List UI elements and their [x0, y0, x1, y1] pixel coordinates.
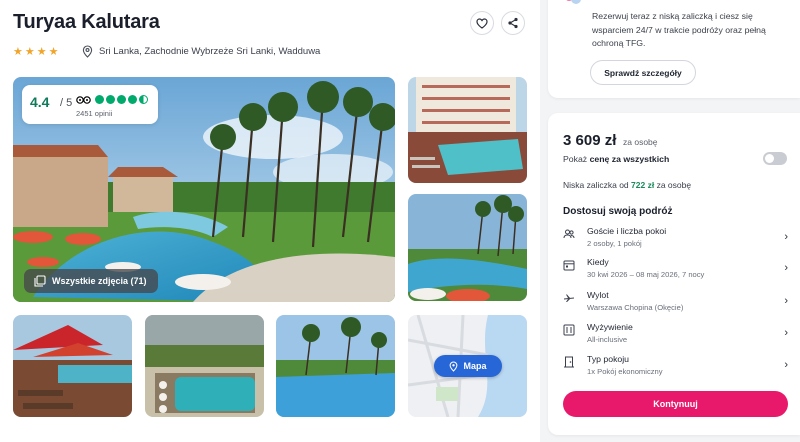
- hotel-photo-pool-palms[interactable]: [408, 194, 527, 301]
- option-value: 1x Pokój ekonomiczny: [587, 367, 663, 376]
- option-value: Warszawa Chopina (Okęcie): [587, 303, 684, 312]
- hotel-photo-loungers[interactable]: [13, 315, 132, 417]
- toggle-knob: [765, 154, 774, 163]
- heart-icon: [476, 17, 488, 29]
- plane-icon: [564, 294, 574, 302]
- deposit-amount: 722 zł: [631, 180, 655, 190]
- hotel-gallery-section: Turyaa Kalutara ★ ★ ★ ★ Sri Lanka, Zacho…: [0, 0, 540, 442]
- favorite-button[interactable]: [470, 11, 494, 35]
- chevron-right-icon: ›: [784, 231, 788, 243]
- location-pin-icon: [450, 360, 458, 372]
- rating-bubble-full: [106, 95, 115, 104]
- rating-bubble-full: [128, 95, 137, 104]
- share-button[interactable]: [501, 11, 525, 35]
- location-pin-icon: [82, 45, 93, 58]
- continue-button[interactable]: Kontynuuj: [563, 391, 788, 417]
- all-photos-button[interactable]: Wszystkie zdjęcia (71): [24, 269, 158, 293]
- all-photos-label: Wszystkie zdjęcia (71): [52, 276, 147, 286]
- rating-score: 4.4: [30, 94, 50, 110]
- reviews-count: 2451 opinii: [76, 109, 113, 118]
- deposit-info: Niska zaliczka od 722 zł za osobę: [563, 180, 691, 190]
- option-guests[interactable]: Goście i liczba pokoi 2 osoby, 1 pokój ›: [563, 226, 788, 256]
- chevron-right-icon: ›: [784, 262, 788, 274]
- map-button-label: Mapa: [463, 361, 487, 371]
- price-unit: za osobę: [623, 137, 658, 147]
- share-icon: [508, 17, 518, 29]
- check-details-button[interactable]: Sprawdź szczegóły: [590, 60, 696, 85]
- promo-card: Rezerwuj teraz z niską zaliczką i ciesz …: [548, 0, 800, 98]
- option-dates[interactable]: Kiedy 30 kwi 2026 – 08 maj 2026, 7 nocy …: [563, 257, 788, 287]
- map-button[interactable]: Mapa: [434, 355, 502, 377]
- rating-bubble-full: [117, 95, 126, 104]
- promo-description: Rezerwuj teraz z niską zaliczką i ciesz …: [592, 11, 766, 48]
- option-label: Wyżywienie: [587, 322, 633, 332]
- show-total-bold: cenę za wszystkich: [589, 154, 670, 164]
- deposit-suffix: za osobę: [656, 180, 692, 190]
- option-value: 2 osoby, 1 pokój: [587, 239, 642, 248]
- star-icon: ★: [24, 46, 35, 58]
- guests-icon: [563, 229, 575, 239]
- show-total-price-label: Pokaż cenę za wszystkich: [563, 154, 669, 164]
- show-total-prefix: Pokaż: [563, 154, 588, 164]
- rating-bubble-full: [95, 95, 104, 104]
- hotel-photo-pool-building[interactable]: [408, 77, 527, 183]
- option-room-type[interactable]: Typ pokoju 1x Pokój ekonomiczny ›: [563, 354, 788, 384]
- price-per-person: 3 609 zł: [563, 132, 617, 149]
- option-value: All-inclusive: [587, 335, 628, 344]
- option-label: Kiedy: [587, 257, 609, 267]
- meal-icon: [563, 324, 575, 336]
- chevron-right-icon: ›: [784, 359, 788, 371]
- show-total-price-toggle[interactable]: [763, 152, 787, 165]
- option-meals[interactable]: Wyżywienie All-inclusive ›: [563, 322, 788, 352]
- star-icon: ★: [48, 46, 59, 58]
- star-icon: ★: [13, 46, 23, 58]
- option-label: Typ pokoju: [587, 354, 630, 364]
- rating-card: 4.4 / 5 2451 opinii: [22, 85, 158, 124]
- option-departure[interactable]: Wylot Warszawa Chopina (Okęcie) ›: [563, 290, 788, 320]
- chevron-right-icon: ›: [784, 327, 788, 339]
- booking-card: 3 609 zł za osobę Pokaż cenę za wszystki…: [548, 113, 800, 435]
- hotel-photo-aerial-pool[interactable]: [145, 315, 264, 417]
- hotel-name: Turyaa Kalutara: [13, 11, 160, 33]
- chevron-right-icon: ›: [784, 295, 788, 307]
- room-icon: [564, 356, 574, 368]
- star-icon: ★: [36, 46, 47, 58]
- deposit-prefix: Niska zaliczka od: [563, 180, 629, 190]
- calendar-icon: [563, 260, 575, 271]
- gallery-icon: [34, 275, 46, 287]
- rating-bubble-half: [139, 95, 148, 104]
- customize-trip-title: Dostosuj swoją podróż: [563, 206, 673, 217]
- hotel-location: Sri Lanka, Zachodnie Wybrzeże Sri Lanki,…: [82, 45, 320, 58]
- option-label: Wylot: [587, 290, 609, 300]
- rating-bubbles: [95, 95, 148, 104]
- option-value: 30 kwi 2026 – 08 maj 2026, 7 nocy: [587, 270, 705, 279]
- hotel-photo-lagoon-pool[interactable]: [276, 315, 395, 417]
- promo-icon: [566, 0, 581, 4]
- hotel-stars: ★ ★ ★ ★: [13, 46, 59, 58]
- location-text: Sri Lanka, Zachodnie Wybrzeże Sri Lanki,…: [99, 46, 321, 57]
- rating-max: / 5: [60, 97, 73, 109]
- tripadvisor-icon: [76, 96, 91, 104]
- option-label: Goście i liczba pokoi: [587, 226, 667, 236]
